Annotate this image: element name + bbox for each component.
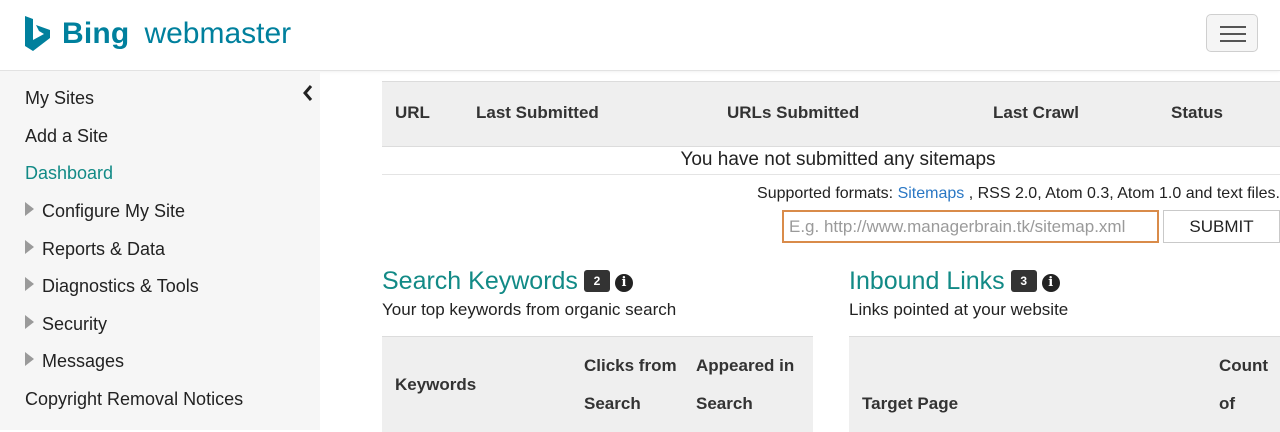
submit-sitemap-button[interactable]: SUBMIT xyxy=(1163,210,1280,243)
sidebar-item-label: Configure My Site xyxy=(42,201,186,221)
sitemaps-empty-message: You have not submitted any sitemaps xyxy=(382,147,1280,175)
sidebar-item-label: Messages xyxy=(42,351,125,371)
search-keywords-subtitle: Your top keywords from organic search xyxy=(382,300,677,319)
hamburger-line xyxy=(1220,33,1246,35)
sidebar-item-label: Reports & Data xyxy=(42,239,166,259)
expand-arrow-icon xyxy=(25,315,34,329)
top-header: Bing webmaster xyxy=(0,0,1280,71)
inbound-links-title[interactable]: Inbound Links xyxy=(849,267,1005,295)
sidebar-item-dashboard[interactable]: Dashboard xyxy=(25,163,113,184)
sidebar-item-label: Add a Site xyxy=(25,126,109,146)
brand-name: Bing xyxy=(62,17,130,50)
sidebar-item-reports-data[interactable]: Reports & Data xyxy=(25,239,165,260)
column-header-last-submitted[interactable]: Last Submitted xyxy=(476,103,599,123)
search-keywords-title[interactable]: Search Keywords xyxy=(382,267,578,295)
bing-b-logo-icon xyxy=(25,16,50,51)
formats-suffix: , RSS 2.0, Atom 0.3, Atom 1.0 and text f… xyxy=(968,185,1280,202)
expand-arrow-icon xyxy=(25,202,34,216)
info-icon[interactable]: i xyxy=(614,274,633,292)
search-keywords-count-badge: 2 xyxy=(583,270,610,292)
chevron-left-icon[interactable] xyxy=(301,83,315,103)
column-header-urls-submitted[interactable]: URLs Submitted xyxy=(727,103,859,123)
bing-webmaster-logo[interactable]: Bing webmaster xyxy=(24,14,291,54)
main-content: URL Last Submitted URLs Submitted Last C… xyxy=(320,71,1280,432)
column-header-appeared-in-search[interactable]: Appeared in Search xyxy=(696,347,806,423)
sidebar-item-add-a-site[interactable]: Add a Site xyxy=(25,126,108,147)
column-header-count-of[interactable]: Count of xyxy=(1219,347,1279,423)
hamburger-icon xyxy=(1220,26,1246,28)
formats-prefix: Supported formats: xyxy=(757,185,894,202)
column-header-clicks-from-search[interactable]: Clicks from Search xyxy=(584,347,684,423)
product-name: webmaster xyxy=(144,17,292,50)
column-header-url[interactable]: URL xyxy=(395,103,430,123)
inbound-links-subtitle: Links pointed at your website xyxy=(849,300,1069,319)
sidebar-item-security[interactable]: Security xyxy=(25,314,107,335)
expand-arrow-icon xyxy=(25,240,34,254)
hamburger-menu-button[interactable] xyxy=(1206,14,1258,52)
search-keywords-title-row: Search Keywords 2 i xyxy=(382,267,633,296)
sidebar-item-label: Security xyxy=(42,314,108,334)
column-header-last-crawl[interactable]: Last Crawl xyxy=(993,103,1079,123)
sidebar-item-diagnostics-tools[interactable]: Diagnostics & Tools xyxy=(25,276,199,297)
sitemaps-table: URL Last Submitted URLs Submitted Last C… xyxy=(382,81,1280,175)
column-header-keywords[interactable]: Keywords xyxy=(395,366,476,404)
inbound-links-title-row: Inbound Links 3 i xyxy=(849,267,1060,296)
sitemaps-link[interactable]: Sitemaps xyxy=(898,185,965,202)
column-header-status[interactable]: Status xyxy=(1171,103,1223,123)
info-icon[interactable]: i xyxy=(1041,274,1060,292)
sidebar-item-my-sites[interactable]: My Sites xyxy=(25,88,94,109)
sidebar: My Sites Add a Site Dashboard Configure … xyxy=(0,71,320,430)
hamburger-line xyxy=(1220,40,1246,42)
sidebar-item-configure-my-site[interactable]: Configure My Site xyxy=(25,201,185,222)
sidebar-item-messages[interactable]: Messages xyxy=(25,351,124,372)
sitemaps-table-header: URL Last Submitted URLs Submitted Last C… xyxy=(382,81,1280,147)
sitemap-url-input[interactable] xyxy=(782,210,1159,243)
column-header-target-page[interactable]: Target Page xyxy=(862,385,958,423)
expand-arrow-icon xyxy=(25,277,34,291)
sidebar-item-copyright-removal-notices[interactable]: Copyright Removal Notices xyxy=(25,389,243,410)
sidebar-item-label: Dashboard xyxy=(25,163,114,183)
supported-formats-text: Supported formats: Sitemaps , RSS 2.0, A… xyxy=(757,185,1280,203)
search-keywords-table-header: Keywords Clicks from Search Appeared in … xyxy=(382,336,813,432)
sidebar-item-label: My Sites xyxy=(25,88,95,108)
sidebar-item-label: Diagnostics & Tools xyxy=(42,276,199,296)
sidebar-item-label: Copyright Removal Notices xyxy=(25,389,244,409)
expand-arrow-icon xyxy=(25,352,34,366)
inbound-links-count-badge: 3 xyxy=(1010,270,1037,292)
inbound-links-table-header: Target Page Count of xyxy=(849,336,1280,432)
